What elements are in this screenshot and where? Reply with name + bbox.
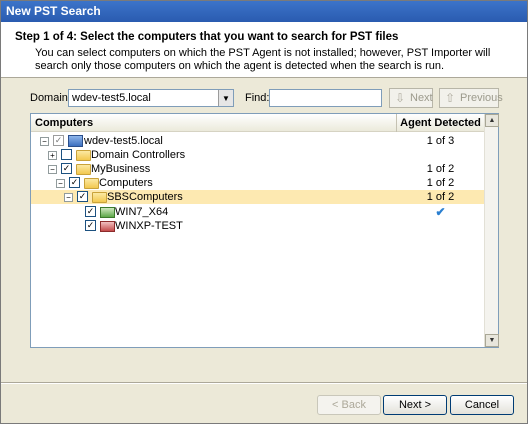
collapse-toggle[interactable]: − [48,165,57,174]
collapse-toggle[interactable]: − [56,179,65,188]
tree-row[interactable]: − ✓ wdev-test5.local 1 of 3 [31,134,484,148]
tree-item-label: Domain Controllers [91,149,186,161]
tree-checkbox[interactable]: ✓ [77,191,88,202]
arrow-up-icon: ⇧ [445,91,456,105]
wizard-header: Step 1 of 4: Select the computers that y… [1,22,527,78]
domain-dropdown[interactable]: wdev-test5.local ▼ [68,89,234,107]
find-input[interactable] [269,89,382,107]
collapse-toggle[interactable]: − [64,193,73,202]
collapse-toggle[interactable]: − [40,137,49,146]
vertical-scrollbar[interactable]: ▲ ▼ [484,114,499,347]
column-header-computers[interactable]: Computers [31,114,397,132]
folder-icon [76,164,91,175]
tree-item-label: Computers [99,177,153,189]
window-title: New PST Search [1,1,527,22]
find-label: Find: [245,92,270,104]
tree-checkbox[interactable]: ✓ [69,177,80,188]
tree-row[interactable]: − ✓ Computers 1 of 2 [31,176,484,190]
tree-item-label: WINXP-TEST [115,220,183,232]
tree-row-selected[interactable]: − ✓ SBSComputers 1 of 2 [31,190,484,204]
find-next-button[interactable]: ⇩ Next [389,88,433,108]
tree-checkbox[interactable]: ✓ [53,135,64,146]
domain-value: wdev-test5.local [72,92,151,104]
tree-checkbox[interactable]: ✓ [61,163,72,174]
folder-icon [84,178,99,189]
search-controls: Domain: wdev-test5.local ▼ Find: ⇩ Next … [1,88,527,111]
computer-no-agent-icon [100,221,115,232]
find-previous-button[interactable]: ⇧ Previous [439,88,503,108]
folder-icon [76,150,91,161]
tree-row[interactable]: ✓ WINXP-TEST [31,219,484,233]
tree-item-label: MyBusiness [91,163,151,175]
tree-checkbox[interactable]: ✓ [85,206,96,217]
footer-divider [1,382,527,384]
tree-row[interactable]: − ✓ MyBusiness 1 of 2 [31,162,484,176]
scroll-down-icon[interactable]: ▼ [485,334,499,347]
back-button[interactable]: < Back [317,395,381,415]
domain-label: Domain: [30,92,71,104]
column-header-agent-detected[interactable]: Agent Detected [397,114,484,132]
tree-item-label: WIN7_X64 [115,206,169,218]
tree-checkbox[interactable]: ✓ [85,220,96,231]
computers-tree[interactable]: Computers Agent Detected − ✓ wdev-test5.… [30,113,499,348]
tree-checkbox[interactable] [61,149,72,160]
arrow-down-icon: ⇩ [395,91,406,105]
cancel-button[interactable]: Cancel [450,395,514,415]
agent-detected-value: 1 of 2 [426,177,455,189]
step-title: Step 1 of 4: Select the computers that y… [15,31,399,43]
checkmark-icon: ✔ [435,205,446,219]
tree-item-label: SBSComputers [107,191,183,203]
step-description: You can select computers on which the PS… [35,47,491,72]
agent-detected-value: 1 of 2 [426,191,455,203]
find-next-label: Next [410,92,433,104]
domain-icon [68,135,83,147]
tree-row[interactable]: ✓ WIN7_X64 ✔ [31,205,484,219]
find-previous-label: Previous [460,92,503,104]
tree-header: Computers Agent Detected [31,114,484,132]
next-button[interactable]: Next > [383,395,447,415]
agent-detected-value: 1 of 2 [426,163,455,175]
expand-toggle[interactable]: + [48,151,57,160]
chevron-down-icon[interactable]: ▼ [218,90,233,106]
tree-row[interactable]: + Domain Controllers [31,148,484,162]
new-pst-search-dialog: New PST Search Step 1 of 4: Select the c… [0,0,528,424]
folder-icon [92,192,107,203]
agent-detected-value: 1 of 3 [426,135,455,147]
tree-item-label: wdev-test5.local [84,135,163,147]
computer-agent-icon [100,207,115,218]
scroll-up-icon[interactable]: ▲ [485,114,499,127]
